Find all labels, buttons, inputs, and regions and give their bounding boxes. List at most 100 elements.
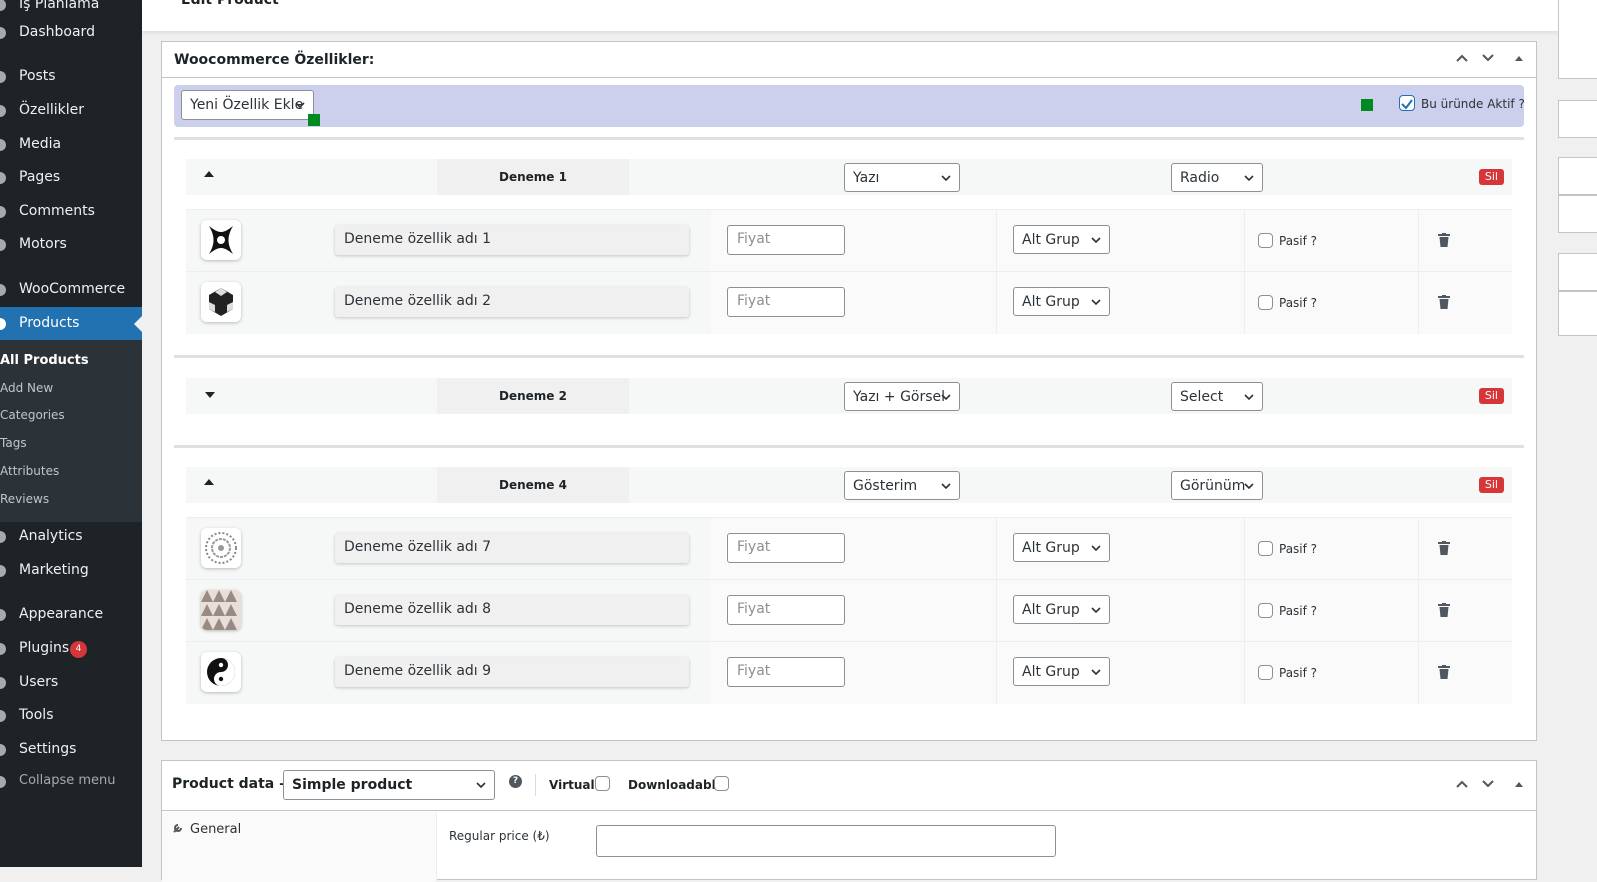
sidebar-item-media[interactable]: Media xyxy=(0,128,142,162)
passive-toggle[interactable]: Pasif ? xyxy=(1258,541,1317,556)
price-cell: Fiyat xyxy=(711,210,996,272)
sidebar-item-posts[interactable]: Posts xyxy=(0,60,142,94)
submenu-add-new[interactable]: Add New xyxy=(0,381,53,395)
sidebar-item-collapse-menu[interactable]: Collapse menu xyxy=(0,765,142,799)
pages-icon xyxy=(0,170,8,186)
active-checkbox[interactable] xyxy=(1399,95,1415,111)
trash-icon[interactable] xyxy=(1438,665,1450,679)
passive-toggle[interactable]: Pasif ? xyxy=(1258,233,1317,248)
feature-thumbnail[interactable] xyxy=(201,652,241,692)
feature-thumbnail[interactable] xyxy=(201,220,241,260)
subgroup-select[interactable]: Alt Grup xyxy=(1013,287,1110,316)
sidebar-item-label: Özellikler xyxy=(19,102,85,118)
price-input[interactable]: Fiyat xyxy=(727,657,845,687)
features-metabox: Woocommerce Özellikler: Yeni Özellik Ekl… xyxy=(161,41,1537,741)
price-input[interactable]: Fiyat xyxy=(727,533,845,563)
subgroup-select[interactable]: Alt Grup xyxy=(1013,595,1110,624)
price-input[interactable]: Fiyat xyxy=(727,287,845,317)
passive-toggle[interactable]: Pasif ? xyxy=(1258,603,1317,618)
move-up-icon[interactable] xyxy=(1453,51,1471,69)
feature-group-header: Deneme 1 Yazı Radio Sil xyxy=(186,159,1512,195)
media-icon xyxy=(0,137,8,153)
passive-toggle[interactable]: Pasif ? xyxy=(1258,295,1317,310)
submenu-all-products[interactable]: All Products xyxy=(0,353,89,368)
subgroup-cell: Alt Grup xyxy=(996,210,1244,272)
trash-icon[interactable] xyxy=(1438,295,1450,309)
sidebar-item-woocommerce[interactable]: WooCommerce xyxy=(0,273,142,307)
group-display-select[interactable]: Select xyxy=(1171,382,1263,411)
trash-icon[interactable] xyxy=(1438,233,1450,247)
move-up-icon[interactable] xyxy=(1453,777,1471,795)
subgroup-cell: Alt Grup xyxy=(996,518,1244,580)
group-display-select[interactable]: Görünüm xyxy=(1171,471,1263,500)
move-down-icon[interactable] xyxy=(1479,51,1497,69)
feature-name[interactable]: Deneme özellik adı 9 xyxy=(335,657,689,687)
price-input[interactable]: Fiyat xyxy=(727,595,845,625)
passive-checkbox[interactable] xyxy=(1258,665,1273,680)
feature-name[interactable]: Deneme özellik adı 7 xyxy=(335,533,689,563)
features-metabox-title: Woocommerce Özellikler: xyxy=(174,52,375,68)
move-down-icon[interactable] xyxy=(1479,777,1497,795)
group-name: Deneme 4 xyxy=(437,467,629,503)
sidebar-item-i-planlama[interactable]: İş Planlama xyxy=(0,0,142,22)
sidebar-item-settings[interactable]: Settings xyxy=(0,733,142,767)
passive-checkbox[interactable] xyxy=(1258,603,1273,618)
product-type-select[interactable]: Simple product xyxy=(283,770,495,800)
products-submenu: All Products Add New Categories Tags Att… xyxy=(0,340,142,522)
submenu-categories[interactable]: Categories xyxy=(0,408,65,422)
chevron-down-icon xyxy=(1091,668,1101,675)
sidebar-item-zellikler[interactable]: Özellikler xyxy=(0,94,142,128)
group-type-select[interactable]: Gösterim xyxy=(844,471,960,500)
tab-general[interactable]: General xyxy=(172,822,241,837)
subgroup-select[interactable]: Alt Grup xyxy=(1013,533,1110,562)
feature-name[interactable]: Deneme özellik adı 1 xyxy=(335,225,689,255)
collapse-toggle-icon[interactable] xyxy=(1510,51,1528,69)
group-type-select[interactable]: Yazı xyxy=(844,163,960,192)
submenu-attributes[interactable]: Attributes xyxy=(0,464,59,478)
feature-name[interactable]: Deneme özellik adı 8 xyxy=(335,595,689,625)
collapse-arrow-icon[interactable] xyxy=(204,171,214,177)
group-display-select[interactable]: Radio xyxy=(1171,163,1263,192)
sidebar-item-motors[interactable]: Motors xyxy=(0,228,142,262)
sidebar-item-label: Comments xyxy=(19,203,95,219)
passive-toggle[interactable]: Pasif ? xyxy=(1258,665,1317,680)
chevron-down-icon xyxy=(1091,298,1101,305)
submenu-tags[interactable]: Tags xyxy=(0,436,27,450)
sidebar-item-analytics[interactable]: Analytics xyxy=(0,520,142,554)
sidebar-item-marketing[interactable]: Marketing xyxy=(0,554,142,588)
submenu-reviews[interactable]: Reviews xyxy=(0,492,49,506)
group-type-select[interactable]: Yazı + Görsel xyxy=(844,382,960,411)
passive-checkbox[interactable] xyxy=(1258,295,1273,310)
delete-group-button[interactable]: Sil xyxy=(1478,169,1504,185)
price-input[interactable]: Fiyat xyxy=(727,225,845,255)
feature-name[interactable]: Deneme özellik adı 2 xyxy=(335,287,689,317)
add-feature-select[interactable]: Yeni Özellik Ekle xyxy=(181,90,314,120)
sidebar-item-pages[interactable]: Pages xyxy=(0,161,142,195)
virtual-checkbox[interactable] xyxy=(595,776,610,791)
regular-price-input[interactable] xyxy=(596,825,1056,857)
sidebar-item-products[interactable]: Products xyxy=(0,307,142,341)
collapse-arrow-icon[interactable] xyxy=(204,479,214,485)
trash-icon[interactable] xyxy=(1438,603,1450,617)
trash-icon[interactable] xyxy=(1438,541,1450,555)
subgroup-select[interactable]: Alt Grup xyxy=(1013,225,1110,254)
sidebar-item-label: Appearance xyxy=(19,606,104,622)
delete-group-button[interactable]: Sil xyxy=(1478,388,1504,404)
collapse-toggle-icon[interactable] xyxy=(1510,777,1528,795)
feature-thumbnail[interactable] xyxy=(201,590,241,630)
help-icon[interactable]: ? xyxy=(509,775,522,788)
feature-thumbnail[interactable] xyxy=(201,282,241,322)
sidebar-item-tools[interactable]: Tools xyxy=(0,699,142,733)
expand-arrow-icon[interactable] xyxy=(205,392,215,398)
passive-checkbox[interactable] xyxy=(1258,233,1273,248)
sidebar-item-comments[interactable]: Comments xyxy=(0,195,142,229)
sidebar-item-appearance[interactable]: Appearance xyxy=(0,598,142,632)
downloadable-checkbox[interactable] xyxy=(714,776,729,791)
sidebar-item-plugins[interactable]: Plugins 4 xyxy=(0,632,142,666)
delete-group-button[interactable]: Sil xyxy=(1478,477,1504,493)
subgroup-select[interactable]: Alt Grup xyxy=(1013,657,1110,686)
thumbnail-cell xyxy=(186,642,319,704)
feature-thumbnail[interactable] xyxy=(201,528,241,568)
passive-checkbox[interactable] xyxy=(1258,541,1273,556)
sidebar-item-users[interactable]: Users xyxy=(0,666,142,700)
